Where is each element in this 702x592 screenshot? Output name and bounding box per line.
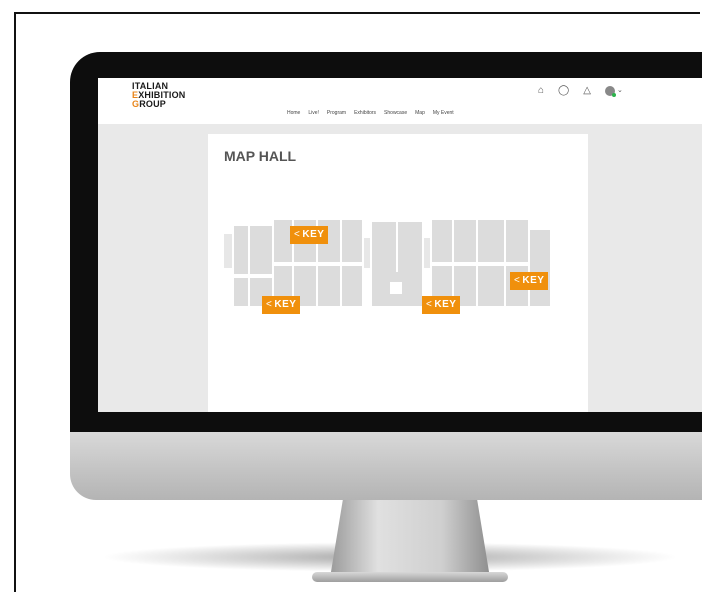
hall-divider xyxy=(476,220,478,306)
key-label: KEY xyxy=(274,299,297,310)
monitor-chin xyxy=(70,432,702,500)
key-marker[interactable]: < KEY xyxy=(290,226,329,244)
nav-home[interactable]: Home xyxy=(287,110,300,116)
hall-divider xyxy=(248,226,250,306)
nav-map[interactable]: Map xyxy=(415,110,425,116)
nav-showcase[interactable]: Showcase xyxy=(384,110,407,116)
header-actions: ⌂ ◯ △ ⌄ xyxy=(538,86,623,97)
key-label: KEY xyxy=(434,299,457,310)
hall-block[interactable] xyxy=(364,238,370,268)
key-marker[interactable]: < KEY xyxy=(422,296,461,314)
page-title: MAP HALL xyxy=(224,148,297,164)
top-header: ITALIAN EXHIBITION GROUP Home Live! Prog… xyxy=(98,78,702,124)
arrow-left-icon: < xyxy=(514,275,521,286)
hall-divider xyxy=(396,222,398,272)
nav-exhibitors[interactable]: Exhibitors xyxy=(354,110,376,116)
logo-text: ROUP xyxy=(139,99,167,109)
logo[interactable]: ITALIAN EXHIBITION GROUP xyxy=(132,82,186,109)
key-label: KEY xyxy=(522,275,545,286)
arrow-left-icon: < xyxy=(426,299,433,310)
hall-block[interactable] xyxy=(224,234,232,268)
arrow-left-icon: < xyxy=(266,299,273,310)
hall-divider xyxy=(504,220,506,306)
online-status-dot xyxy=(611,93,616,97)
main-nav: Home Live! Program Exhibitors Showcase M… xyxy=(287,110,454,116)
key-label: KEY xyxy=(302,229,325,240)
hall-divider xyxy=(340,220,342,306)
key-marker[interactable]: < KEY xyxy=(510,272,549,290)
map-hall-card: MAP HALL < KEY < KEY < KEY < KEY xyxy=(208,134,588,412)
chevron-down-icon[interactable]: ⌄ xyxy=(617,86,623,96)
hall-courtyard xyxy=(390,282,402,294)
hall-divider xyxy=(452,220,454,306)
chat-icon[interactable]: ◯ xyxy=(558,86,569,96)
key-marker[interactable]: < KEY xyxy=(262,296,301,314)
home-icon[interactable]: ⌂ xyxy=(538,86,544,96)
hall-block[interactable] xyxy=(424,238,430,268)
nav-live[interactable]: Live! xyxy=(308,110,319,116)
app-screen: ITALIAN EXHIBITION GROUP Home Live! Prog… xyxy=(98,78,702,412)
avatar[interactable] xyxy=(604,86,616,97)
hall-block[interactable] xyxy=(234,226,272,274)
hall-block[interactable] xyxy=(530,230,550,306)
bell-icon[interactable]: △ xyxy=(583,86,591,96)
nav-my-event[interactable]: My Event xyxy=(433,110,454,116)
monitor-base xyxy=(312,572,508,582)
nav-program[interactable]: Program xyxy=(327,110,346,116)
monitor-stand xyxy=(330,500,490,578)
arrow-left-icon: < xyxy=(294,229,301,240)
hall-block[interactable] xyxy=(432,220,528,262)
logo-line-3: GROUP xyxy=(132,100,186,109)
